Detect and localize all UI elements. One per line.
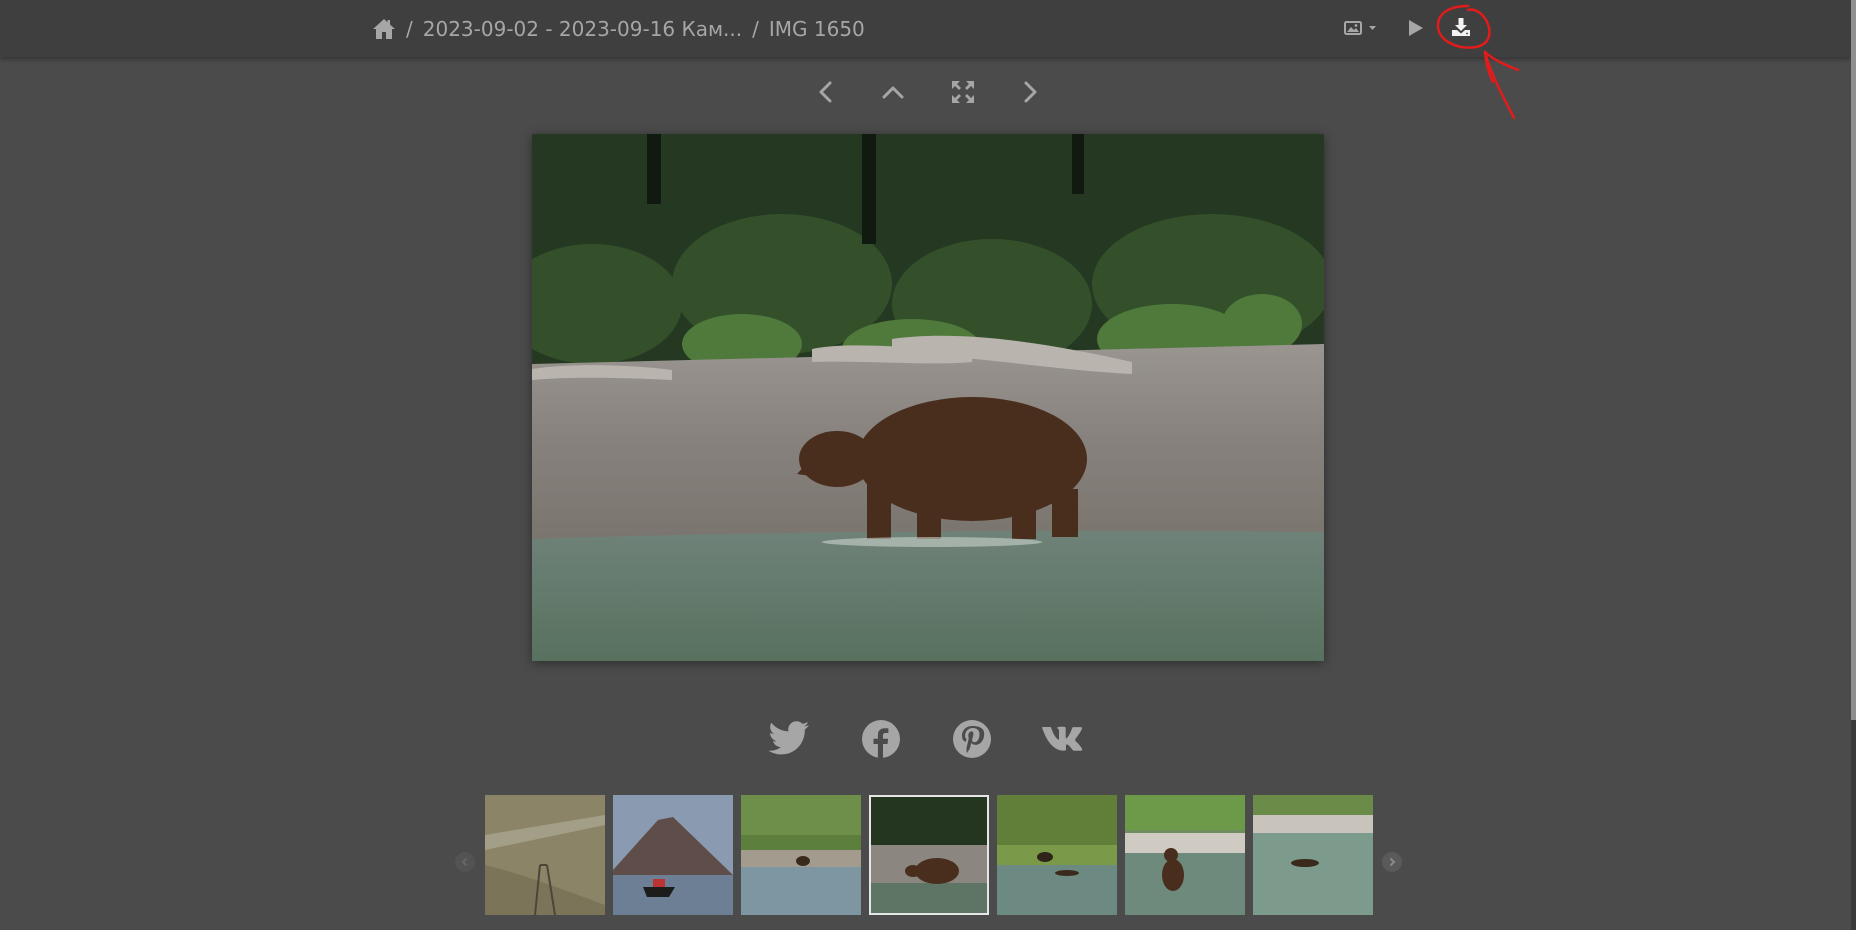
previous-photo-button[interactable]	[809, 76, 843, 108]
filmstrip-thumbnail[interactable]	[1253, 795, 1373, 915]
slideshow-button[interactable]	[1404, 17, 1426, 39]
fullscreen-button[interactable]	[946, 76, 980, 108]
breadcrumb-separator: /	[752, 17, 759, 41]
filmstrip-thumbnail[interactable]	[1125, 795, 1245, 915]
facebook-icon	[862, 720, 900, 758]
thumbnail-volcano-boat-image	[613, 795, 733, 915]
thumbnail-bears-meadow-image	[997, 795, 1117, 915]
download-icon	[1452, 18, 1470, 36]
filmstrip-next-button[interactable]	[1382, 852, 1402, 872]
vk-icon	[1042, 726, 1083, 751]
chevron-left-icon	[819, 81, 832, 103]
photo-size-icon	[1344, 21, 1376, 35]
thumbnail-bear-lake-image	[1253, 795, 1373, 915]
main-photo[interactable]	[532, 134, 1324, 661]
caret-down-icon	[1369, 26, 1376, 30]
photo-size-button[interactable]	[1343, 17, 1379, 39]
chevron-right-icon	[1024, 81, 1037, 103]
scrollbar[interactable]	[1851, 0, 1856, 930]
filmstrip-thumbnail[interactable]	[997, 795, 1117, 915]
breadcrumb: / 2023-09-02 - 2023-09-16 Кам... / IMG 1…	[372, 14, 865, 44]
chevron-right-icon	[1389, 857, 1396, 867]
filmstrip	[0, 795, 1856, 915]
breadcrumb-album-link[interactable]: 2023-09-02 - 2023-09-16 Кам...	[423, 17, 742, 41]
thumbnail-bears-shore-image	[741, 795, 861, 915]
thumbnail-bear-water-image	[869, 795, 989, 915]
share-twitter-button[interactable]	[767, 718, 813, 760]
share-vk-button[interactable]	[1040, 718, 1086, 760]
download-button[interactable]	[1450, 16, 1472, 38]
share-facebook-button[interactable]	[858, 718, 904, 760]
breadcrumb-current: IMG 1650	[768, 17, 865, 41]
thumbnail-bear-swimming-image	[1125, 795, 1245, 915]
home-icon[interactable]	[372, 18, 396, 40]
play-icon	[1409, 20, 1423, 36]
twitter-icon	[769, 721, 809, 755]
chevron-up-icon	[882, 86, 904, 99]
back-to-album-button[interactable]	[876, 76, 910, 108]
next-photo-button[interactable]	[1013, 76, 1047, 108]
photo-navigation	[0, 76, 1856, 108]
top-bar: / 2023-09-02 - 2023-09-16 Кам... / IMG 1…	[0, 0, 1851, 57]
filmstrip-thumbnail-current[interactable]	[869, 795, 989, 915]
share-pinterest-button[interactable]	[949, 718, 995, 760]
fullscreen-icon	[952, 81, 974, 103]
filmstrip-thumbnail[interactable]	[741, 795, 861, 915]
breadcrumb-separator: /	[406, 17, 413, 41]
bear-photo-image	[532, 134, 1324, 661]
pinterest-icon	[953, 720, 991, 758]
filmstrip-thumbnail[interactable]	[613, 795, 733, 915]
thumbnail-aerial-field-image	[485, 795, 605, 915]
scrollbar-thumb[interactable]	[1851, 0, 1856, 720]
filmstrip-thumbnail[interactable]	[485, 795, 605, 915]
